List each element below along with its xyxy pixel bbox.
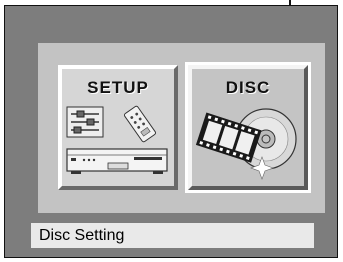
remote-control-icon — [123, 105, 157, 143]
setup-menu-button[interactable]: SETUP — [58, 65, 178, 190]
disc-menu-button[interactable]: DISC — [188, 65, 308, 190]
menu-panel: SETUP DISC — [38, 43, 325, 213]
setup-icon — [66, 105, 168, 174]
status-bar: Disc Setting — [31, 223, 314, 248]
osd-screen: SETUP DISC Disc Setting — [4, 5, 338, 258]
disc-icon — [195, 108, 297, 180]
equalizer-icon — [66, 106, 104, 138]
status-text: Disc Setting — [39, 227, 125, 244]
dvd-player-icon — [66, 148, 168, 174]
